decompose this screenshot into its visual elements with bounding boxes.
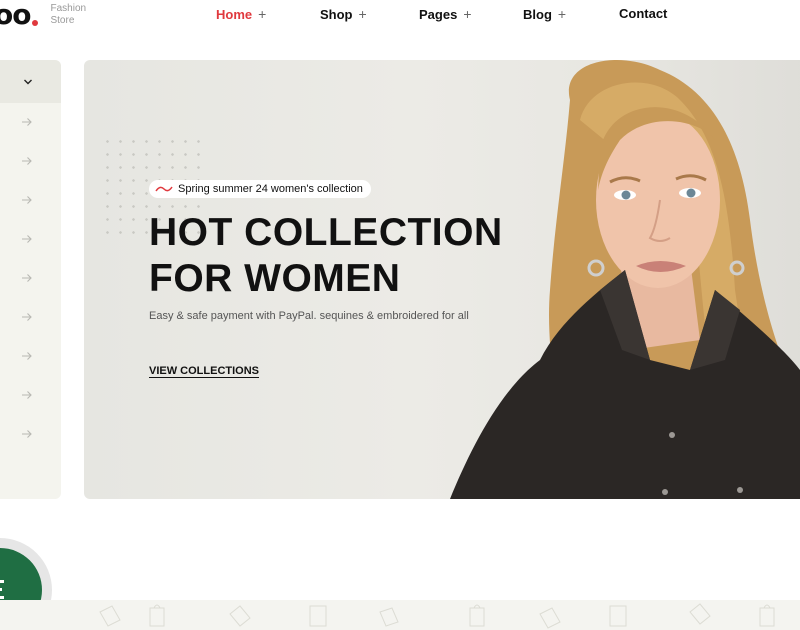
hero-title-line1: HOT COLLECTION xyxy=(149,211,503,254)
chevron-down-icon xyxy=(24,79,32,84)
nav-label: Shop xyxy=(320,6,353,22)
arrow-right-icon xyxy=(22,157,32,165)
category-item[interactable] xyxy=(0,259,61,298)
nav-item-contact[interactable]: Contact xyxy=(619,6,667,21)
plus-icon: + xyxy=(557,6,567,22)
plus-icon: + xyxy=(463,6,472,22)
category-item[interactable] xyxy=(0,220,61,259)
nav-label: Home xyxy=(216,6,253,22)
category-item[interactable] xyxy=(0,415,61,454)
arrow-right-icon xyxy=(22,352,32,360)
nav-label: Pages xyxy=(419,6,458,22)
arrow-right-icon xyxy=(22,313,32,321)
nav-label: Contact xyxy=(619,6,668,21)
arrow-right-icon xyxy=(22,430,32,438)
wave-icon xyxy=(155,186,173,192)
hero-title-line2: FOR WOMEN xyxy=(149,257,401,300)
category-item[interactable] xyxy=(0,181,61,220)
view-collections-link[interactable]: VIEW COLLECTIONS xyxy=(149,365,259,377)
nav-label: Blog xyxy=(523,6,552,22)
arrow-right-icon xyxy=(22,235,32,243)
badge-text: Spring summer 24 women's collection xyxy=(178,183,363,195)
arrow-right-icon xyxy=(22,118,32,126)
plus-icon: + xyxy=(258,6,267,22)
nav-item-pages[interactable]: Pages + xyxy=(419,6,472,22)
nav-item-shop[interactable]: Shop + xyxy=(320,6,367,22)
plus-icon: + xyxy=(358,6,367,22)
category-item[interactable] xyxy=(0,376,61,415)
main-nav: Home + Shop + Pages + Blog + Contact xyxy=(0,6,800,24)
category-item[interactable] xyxy=(0,337,61,376)
arrow-right-icon xyxy=(22,391,32,399)
collection-badge: Spring summer 24 women's collection xyxy=(149,180,371,198)
shopping-bags-pattern xyxy=(99,603,775,629)
category-item[interactable] xyxy=(0,142,61,181)
decorative-pattern xyxy=(0,600,800,630)
hero-subtitle: Easy & safe payment with PayPal. sequine… xyxy=(149,310,469,322)
category-item[interactable] xyxy=(0,103,61,142)
arrow-right-icon xyxy=(22,274,32,282)
nav-item-blog[interactable]: Blog + xyxy=(523,6,566,22)
hero-title: HOT COLLECTION FOR WOMEN xyxy=(149,210,503,302)
category-item[interactable] xyxy=(0,298,61,337)
category-toggle[interactable] xyxy=(0,60,61,103)
arrow-right-icon xyxy=(22,196,32,204)
category-sidebar xyxy=(0,60,61,499)
nav-item-home[interactable]: Home + xyxy=(216,6,266,22)
